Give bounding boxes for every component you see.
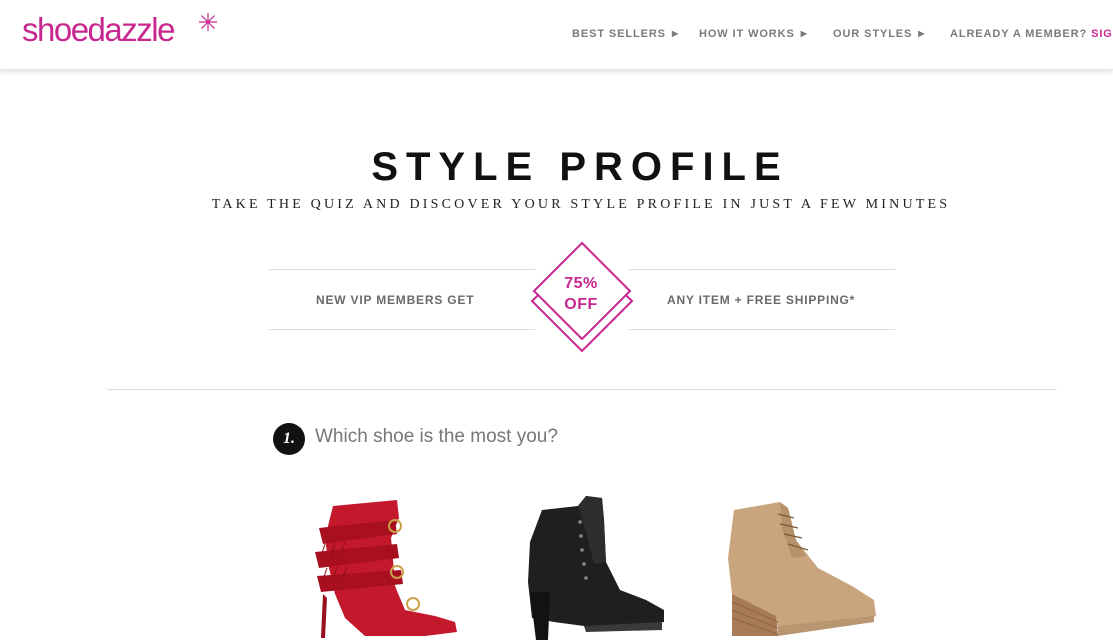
promo-divider	[269, 329, 535, 330]
caret-right-icon: ▶	[800, 29, 808, 38]
caret-right-icon: ▶	[671, 29, 679, 38]
shoe-option-tan-wedge[interactable]	[718, 498, 878, 644]
caret-right-icon: ▶	[918, 29, 926, 38]
question-number: 1.	[273, 423, 305, 455]
promo-divider	[269, 269, 535, 270]
promo-divider	[629, 269, 895, 270]
nav-our-styles[interactable]: OUR STYLES ▶	[833, 28, 925, 41]
page-title: STYLE PROFILE	[371, 145, 789, 189]
section-divider	[107, 389, 1057, 390]
question-text: Which shoe is the most you?	[315, 426, 558, 447]
promo-left-text: NEW VIP MEMBERS GET	[316, 293, 475, 307]
shoe-option-black-bootie[interactable]	[524, 492, 669, 644]
nav-best-sellers-label: BEST SELLERS	[572, 28, 666, 40]
shoe-option-red-bootie[interactable]	[305, 498, 465, 644]
nav-our-styles-label: OUR STYLES	[833, 28, 913, 40]
nav-best-sellers[interactable]: BEST SELLERS ▶	[572, 28, 679, 41]
member-prompt: ALREADY A MEMBER? SIGN	[950, 28, 1113, 41]
promo-divider	[629, 329, 895, 330]
member-prompt-label: ALREADY A MEMBER?	[950, 28, 1088, 40]
page-subtitle: TAKE THE QUIZ AND DISCOVER YOUR STYLE PR…	[211, 197, 951, 212]
promo-right-text: ANY ITEM + FREE SHIPPING*	[667, 293, 856, 307]
sparkle-icon	[199, 13, 217, 31]
nav-how-it-works[interactable]: HOW IT WORKS ▶	[699, 28, 808, 41]
nav-how-it-works-label: HOW IT WORKS	[699, 28, 795, 40]
badge-percent: 75%	[564, 275, 598, 292]
sign-in-link[interactable]: SIGN	[1091, 28, 1113, 40]
badge-off: OFF	[564, 296, 598, 313]
site-header: shoedazzle BEST SELLERS ▶ HOW IT WORKS ▶ O…	[0, 0, 1113, 70]
logo[interactable]: shoedazzle	[22, 10, 175, 50]
